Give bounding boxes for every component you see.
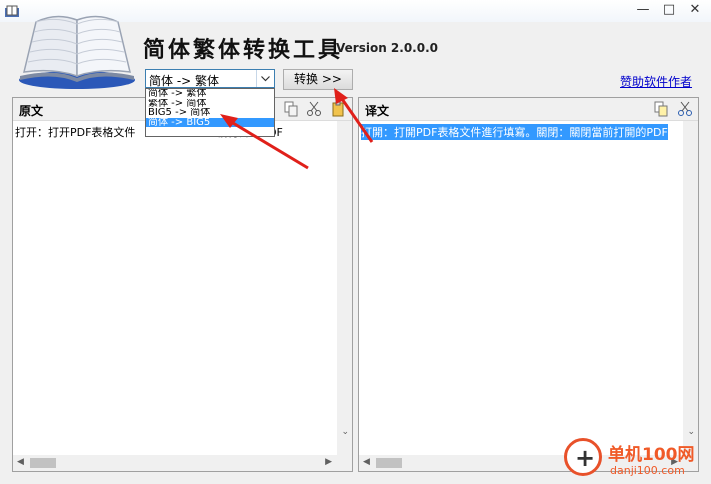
target-pane-header: 译文: [359, 98, 698, 121]
sponsor-link[interactable]: 赞助软件作者: [620, 73, 692, 90]
target-text: 打開：打開PDF表格文件進行填寫。關閉：關閉當前打開的PDF: [361, 124, 668, 140]
watermark-brand: 单机100网: [608, 445, 695, 465]
close-button[interactable]: ✕: [682, 0, 708, 20]
main-window: — □ ✕ 简体繁体转换工具 Version 2.0.0.0 简体 -> 繁体 …: [0, 0, 711, 484]
source-vertical-scrollbar[interactable]: ⌄: [337, 121, 352, 455]
target-textarea[interactable]: 打開：打開PDF表格文件進行填寫。關閉：關閉當前打開的PDF: [359, 121, 698, 455]
watermark-url: danji100.com: [610, 464, 685, 477]
conversion-mode-value: 简体 -> 繁体: [149, 74, 220, 88]
dropdown-option[interactable]: 简体 -> 繁体: [146, 89, 274, 99]
dropdown-option-highlighted[interactable]: 简体 -> BIG5: [146, 117, 274, 127]
copy-icon[interactable]: [653, 101, 669, 117]
dropdown-option[interactable]: BIG5 -> 简体: [146, 108, 274, 118]
cut-icon[interactable]: [677, 101, 693, 117]
source-pane: 原文 打开：打开PDF表格文件前打开的PDF ⌄ ◀ ▶: [12, 97, 353, 472]
source-pane-label: 原文: [19, 104, 44, 118]
dropdown-option[interactable]: 繁体 -> 简体: [146, 99, 274, 109]
scroll-thumb[interactable]: [30, 458, 56, 468]
target-pane-label: 译文: [365, 104, 390, 118]
scroll-thumb[interactable]: [376, 458, 402, 468]
source-horizontal-scrollbar[interactable]: ◀ ▶: [13, 455, 352, 471]
conversion-mode-select[interactable]: 简体 -> 繁体: [145, 69, 275, 88]
target-vertical-scrollbar[interactable]: ⌄: [683, 121, 698, 455]
convert-button[interactable]: 转换 >>: [283, 69, 353, 90]
app-title: 简体繁体转换工具: [143, 37, 344, 63]
watermark: + 单机100网 danji100.com: [560, 434, 710, 484]
open-book-icon: [19, 15, 135, 89]
scroll-left-icon[interactable]: ◀: [363, 457, 370, 467]
scroll-down-icon[interactable]: ⌄: [341, 427, 349, 437]
version-label: Version 2.0.0.0: [336, 41, 438, 55]
cut-icon[interactable]: [306, 101, 322, 117]
watermark-logo-icon: +: [564, 438, 602, 476]
maximize-button[interactable]: □: [656, 0, 682, 20]
minimize-button[interactable]: —: [630, 0, 656, 20]
target-pane: 译文 打開：打開PDF表格文件進行填寫。關閉：關閉當前打開的PDF ⌄ ◀ ▶: [358, 97, 699, 472]
scroll-right-icon[interactable]: ▶: [325, 457, 332, 467]
chevron-down-icon[interactable]: [256, 70, 274, 87]
scroll-left-icon[interactable]: ◀: [17, 457, 24, 467]
source-textarea[interactable]: 打开：打开PDF表格文件前打开的PDF: [13, 121, 352, 455]
conversion-mode-dropdown: 简体 -> 繁体 繁体 -> 简体 BIG5 -> 简体 简体 -> BIG5: [145, 88, 275, 137]
copy-icon[interactable]: [283, 101, 299, 117]
paste-icon[interactable]: [331, 101, 347, 117]
